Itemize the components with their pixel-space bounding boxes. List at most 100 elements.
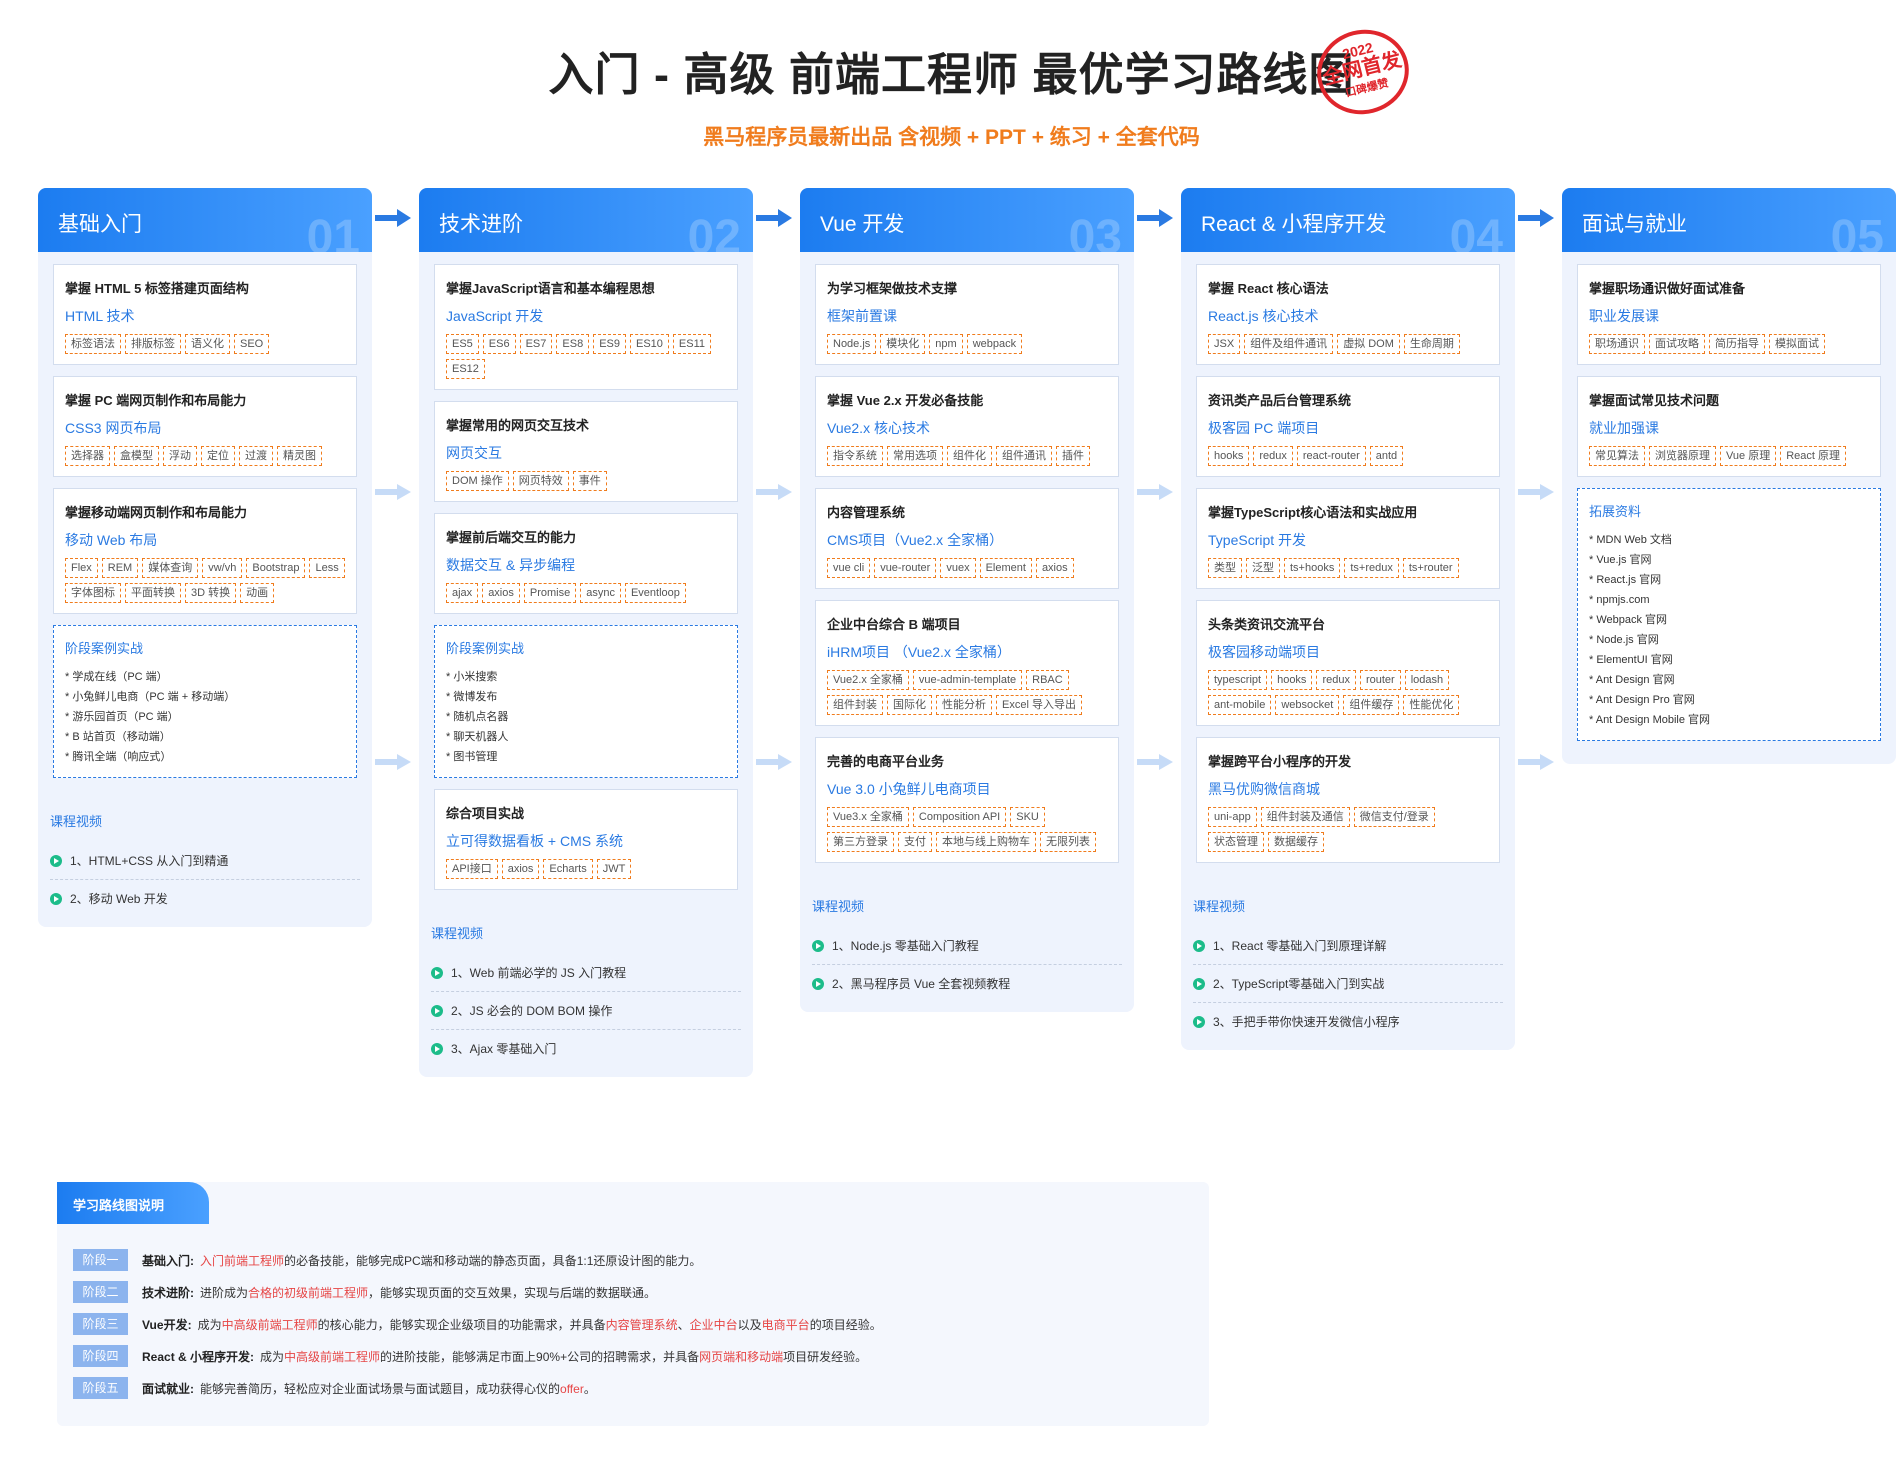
skill-tag[interactable]: antd (1369, 446, 1404, 466)
skill-tag[interactable]: vw/vh (202, 558, 243, 578)
skill-tag[interactable]: ES12 (446, 359, 485, 379)
skill-tag[interactable]: vuex (940, 558, 976, 578)
case-item[interactable]: * 学成在线（PC 端） (65, 667, 345, 687)
case-item[interactable]: * 微博发布 (446, 687, 726, 707)
skill-tag[interactable]: SKU (1010, 807, 1045, 827)
case-item[interactable]: * npmjs.com (1589, 590, 1869, 610)
skill-tag[interactable]: async (580, 583, 621, 603)
skill-card-subtitle[interactable]: 就业加强课 (1589, 418, 1869, 438)
case-item[interactable]: * 图书管理 (446, 747, 726, 767)
skill-tag[interactable]: 过渡 (239, 446, 273, 466)
skill-card-subtitle[interactable]: 数据交互 & 异步编程 (446, 555, 726, 575)
skill-tag[interactable]: ts+router (1402, 558, 1459, 578)
skill-tag[interactable]: Promise (523, 583, 577, 603)
skill-tag[interactable]: 选择器 (65, 446, 110, 466)
skill-card-subtitle[interactable]: TypeScript 开发 (1208, 530, 1488, 550)
case-item[interactable]: * 游乐园首页（PC 端） (65, 707, 345, 727)
skill-tag[interactable]: Composition API (912, 807, 1007, 827)
video-link[interactable]: 2、JS 必会的 DOM BOM 操作 (431, 992, 741, 1030)
skill-tag[interactable]: redux (1316, 670, 1356, 690)
case-item[interactable]: * 随机点名器 (446, 707, 726, 727)
skill-tag[interactable]: 常见算法 (1589, 446, 1645, 466)
skill-tag[interactable]: ES6 (482, 334, 516, 354)
skill-tag[interactable]: hooks (1271, 670, 1313, 690)
skill-tag[interactable]: SEO (234, 334, 270, 354)
case-item[interactable]: * 小兔鲜儿电商（PC 端 + 移动端） (65, 687, 345, 707)
skill-tag[interactable]: axios (482, 583, 520, 603)
skill-tag[interactable]: 浏览器原理 (1649, 446, 1716, 466)
skill-tag[interactable]: 生命周期 (1403, 334, 1460, 354)
skill-tag[interactable]: Vue2.x 全家桶 (827, 670, 909, 690)
skill-card-subtitle[interactable]: 框架前置课 (827, 306, 1107, 326)
video-link[interactable]: 1、Web 前端必学的 JS 入门教程 (431, 954, 741, 992)
skill-tag[interactable]: REM (101, 558, 139, 578)
video-link[interactable]: 2、黑马程序员 Vue 全套视频教程 (812, 965, 1122, 1002)
skill-tag[interactable]: 组件通讯 (996, 446, 1052, 466)
skill-card-subtitle[interactable]: 极客园移动端项目 (1208, 642, 1488, 662)
skill-tag[interactable]: Vue3.x 全家桶 (827, 807, 909, 827)
skill-tag[interactable]: ES10 (629, 334, 669, 354)
skill-tag[interactable]: Vue 原理 (1720, 446, 1777, 466)
skill-tag[interactable]: 浮动 (163, 446, 197, 466)
skill-card-subtitle[interactable]: 黑马优购微信商城 (1208, 779, 1488, 799)
skill-tag[interactable]: Eventloop (624, 583, 686, 603)
skill-tag[interactable]: 组件化 (947, 446, 992, 466)
skill-card-subtitle[interactable]: 极客园 PC 端项目 (1208, 418, 1488, 438)
video-link[interactable]: 3、手把手带你快速开发微信小程序 (1193, 1003, 1503, 1040)
skill-tag[interactable]: 组件封装 (827, 695, 883, 715)
skill-tag[interactable]: axios (1035, 558, 1074, 578)
skill-tag[interactable]: 平面转换 (125, 583, 181, 603)
video-link[interactable]: 1、Node.js 零基础入门教程 (812, 927, 1122, 965)
skill-tag[interactable]: Excel 导入导出 (996, 695, 1082, 715)
skill-tag[interactable]: JWT (596, 859, 632, 879)
case-item[interactable]: * 聊天机器人 (446, 727, 726, 747)
skill-tag[interactable]: 虚拟 DOM (1337, 334, 1400, 354)
case-item[interactable]: * ElementUI 官网 (1589, 650, 1869, 670)
case-item[interactable]: * 腾讯全端（响应式） (65, 747, 345, 767)
skill-tag[interactable]: hooks (1208, 446, 1250, 466)
skill-tag[interactable]: 微信支付/登录 (1353, 807, 1435, 827)
skill-card-subtitle[interactable]: CSS3 网页布局 (65, 418, 345, 438)
video-link[interactable]: 3、Ajax 零基础入门 (431, 1030, 741, 1067)
skill-tag[interactable]: 指令系统 (827, 446, 883, 466)
skill-card-subtitle[interactable]: 网页交互 (446, 443, 726, 463)
skill-tag[interactable]: uni-app (1208, 807, 1257, 827)
skill-tag[interactable]: API接口 (446, 859, 498, 879)
skill-tag[interactable]: vue cli (827, 558, 871, 578)
skill-tag[interactable]: 性能优化 (1403, 695, 1460, 715)
skill-card-subtitle[interactable]: JavaScript 开发 (446, 306, 726, 326)
case-item[interactable]: * Ant Design Mobile 官网 (1589, 710, 1869, 730)
skill-tag[interactable]: 语义化 (185, 334, 230, 354)
skill-tag[interactable]: Flex (65, 558, 98, 578)
skill-tag[interactable]: 性能分析 (936, 695, 992, 715)
skill-tag[interactable]: 国际化 (887, 695, 932, 715)
skill-card-subtitle[interactable]: React.js 核心技术 (1208, 306, 1488, 326)
skill-tag[interactable]: websocket (1275, 695, 1340, 715)
skill-tag[interactable]: axios (501, 859, 540, 879)
skill-tag[interactable]: 媒体查询 (142, 558, 199, 578)
skill-tag[interactable]: Node.js (827, 334, 877, 354)
skill-tag[interactable]: 本地与线上购物车 (936, 832, 1036, 852)
case-item[interactable]: * B 站首页（移动端） (65, 727, 345, 747)
skill-tag[interactable]: React 原理 (1780, 446, 1847, 466)
skill-tag[interactable]: RBAC (1026, 670, 1069, 690)
skill-card-subtitle[interactable]: iHRM项目 （Vue2.x 全家桶） (827, 642, 1107, 662)
case-item[interactable]: * Webpack 官网 (1589, 610, 1869, 630)
skill-tag[interactable]: 排版标签 (125, 334, 181, 354)
skill-tag[interactable]: 模块化 (880, 334, 926, 354)
skill-tag[interactable]: 支付 (898, 832, 932, 852)
skill-tag[interactable]: ES8 (556, 334, 590, 354)
skill-tag[interactable]: 3D 转换 (185, 583, 237, 603)
case-item[interactable]: * Ant Design Pro 官网 (1589, 690, 1869, 710)
skill-tag[interactable]: ant-mobile (1208, 695, 1272, 715)
skill-tag[interactable]: 标签语法 (65, 334, 121, 354)
skill-card-subtitle[interactable]: 移动 Web 布局 (65, 530, 345, 550)
case-item[interactable]: * Vue.js 官网 (1589, 550, 1869, 570)
video-link[interactable]: 1、HTML+CSS 从入门到精通 (50, 842, 360, 880)
skill-tag[interactable]: lodash (1404, 670, 1450, 690)
skill-tag[interactable]: Element (979, 558, 1032, 578)
skill-tag[interactable]: 职场通识 (1589, 334, 1645, 354)
skill-tag[interactable]: 插件 (1056, 446, 1090, 466)
skill-card-subtitle[interactable]: Vue 3.0 小兔鲜儿电商项目 (827, 779, 1107, 799)
skill-tag[interactable]: 组件缓存 (1343, 695, 1400, 715)
